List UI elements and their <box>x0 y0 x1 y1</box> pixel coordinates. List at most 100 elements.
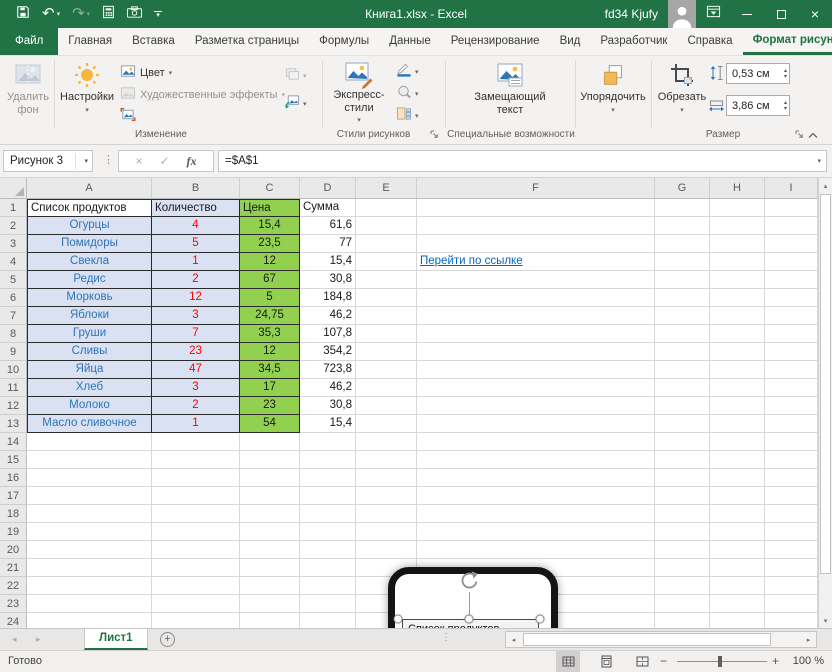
tab-Главная[interactable]: Главная <box>58 28 122 55</box>
select-all-button[interactable] <box>0 178 27 199</box>
cell-I22[interactable] <box>765 577 818 595</box>
row-header-2[interactable]: 2 <box>0 217 27 235</box>
row-header-17[interactable]: 17 <box>0 487 27 505</box>
cell-C1[interactable]: Цена <box>240 199 300 217</box>
cell-G13[interactable] <box>655 415 710 433</box>
row-header-13[interactable]: 13 <box>0 415 27 433</box>
remove-background-button[interactable]: Удалить фон <box>4 59 52 127</box>
cell-H15[interactable] <box>710 451 765 469</box>
cell-I10[interactable] <box>765 361 818 379</box>
scroll-right-icon[interactable]: ▸ <box>801 632 816 647</box>
row-header-15[interactable]: 15 <box>0 451 27 469</box>
cell-G12[interactable] <box>655 397 710 415</box>
cell-C10[interactable]: 34,5 <box>240 361 300 379</box>
formula-bar-drag-handle[interactable]: ⋮ <box>103 153 114 166</box>
cell-I7[interactable] <box>765 307 818 325</box>
cell-F3[interactable] <box>417 235 655 253</box>
camera-button[interactable] <box>121 0 148 28</box>
row-header-3[interactable]: 3 <box>0 235 27 253</box>
shape-width-field[interactable]: 3,86 см ▴▾ <box>726 95 790 116</box>
tab-Вид[interactable]: Вид <box>550 28 591 55</box>
cell-C24[interactable] <box>240 613 300 628</box>
cell-B24[interactable] <box>152 613 240 628</box>
cell-I2[interactable] <box>765 217 818 235</box>
cell-E17[interactable] <box>356 487 417 505</box>
tab-Справка[interactable]: Справка <box>677 28 742 55</box>
cell-H13[interactable] <box>710 415 765 433</box>
tab-Разработчик[interactable]: Разработчик <box>590 28 677 55</box>
cell-F5[interactable] <box>417 271 655 289</box>
cell-F16[interactable] <box>417 469 655 487</box>
cell-H2[interactable] <box>710 217 765 235</box>
cell-D3[interactable]: 77 <box>300 235 356 253</box>
cell-G9[interactable] <box>655 343 710 361</box>
cell-D4[interactable]: 15,4 <box>300 253 356 271</box>
cell-C5[interactable]: 67 <box>240 271 300 289</box>
row-header-9[interactable]: 9 <box>0 343 27 361</box>
cell-I24[interactable] <box>765 613 818 628</box>
cell-F10[interactable] <box>417 361 655 379</box>
cell-A18[interactable] <box>27 505 152 523</box>
cell-F14[interactable] <box>417 433 655 451</box>
cell-C17[interactable] <box>240 487 300 505</box>
cell-D24[interactable] <box>300 613 356 628</box>
cell-I8[interactable] <box>765 325 818 343</box>
cancel-icon[interactable]: × <box>135 154 142 168</box>
cell-D7[interactable]: 46,2 <box>300 307 356 325</box>
column-header-I[interactable]: I <box>765 178 818 199</box>
cell-C14[interactable] <box>240 433 300 451</box>
cell-G10[interactable] <box>655 361 710 379</box>
cell-A16[interactable] <box>27 469 152 487</box>
cell-D21[interactable] <box>300 559 356 577</box>
cell-A5[interactable]: Редис <box>27 271 152 289</box>
cell-C6[interactable]: 5 <box>240 289 300 307</box>
row-header-20[interactable]: 20 <box>0 541 27 559</box>
next-sheet-icon[interactable]: ▸ <box>36 629 41 650</box>
cell-F18[interactable] <box>417 505 655 523</box>
cell-F1[interactable] <box>417 199 655 217</box>
cell-C2[interactable]: 15,4 <box>240 217 300 235</box>
cell-D22[interactable] <box>300 577 356 595</box>
undo-button[interactable]: ↶▾ <box>36 0 66 28</box>
tab-Формат рисунка[interactable]: Формат рисунка <box>743 28 832 55</box>
close-button[interactable]: × <box>798 0 832 28</box>
maximize-button[interactable] <box>764 0 798 28</box>
cell-F6[interactable] <box>417 289 655 307</box>
avatar[interactable] <box>668 0 696 28</box>
column-header-C[interactable]: C <box>240 178 300 199</box>
resize-handle-top-center[interactable] <box>465 615 474 624</box>
cell-I5[interactable] <box>765 271 818 289</box>
cell-D1[interactable]: Сумма <box>300 199 356 217</box>
cell-C15[interactable] <box>240 451 300 469</box>
save-button[interactable] <box>10 0 36 28</box>
cell-B18[interactable] <box>152 505 240 523</box>
cell-E19[interactable] <box>356 523 417 541</box>
row-header-21[interactable]: 21 <box>0 559 27 577</box>
cell-H5[interactable] <box>710 271 765 289</box>
corrections-button[interactable]: Настройки ▾ <box>58 59 116 127</box>
formula-input[interactable]: =$A$1 ▾ <box>218 150 827 172</box>
tab-Разметка страницы[interactable]: Разметка страницы <box>185 28 309 55</box>
horizontal-scrollbar[interactable]: ◂ ▸ <box>505 631 817 648</box>
cell-H24[interactable] <box>710 613 765 628</box>
cell-H21[interactable] <box>710 559 765 577</box>
cell-H23[interactable] <box>710 595 765 613</box>
cell-I3[interactable] <box>765 235 818 253</box>
cell-I18[interactable] <box>765 505 818 523</box>
cell-I21[interactable] <box>765 559 818 577</box>
cell-C4[interactable]: 12 <box>240 253 300 271</box>
cell-H14[interactable] <box>710 433 765 451</box>
cell-F8[interactable] <box>417 325 655 343</box>
cell-C3[interactable]: 23,5 <box>240 235 300 253</box>
cell-F13[interactable] <box>417 415 655 433</box>
cell-D17[interactable] <box>300 487 356 505</box>
cell-D9[interactable]: 354,2 <box>300 343 356 361</box>
cell-E8[interactable] <box>356 325 417 343</box>
column-header-D[interactable]: D <box>300 178 356 199</box>
cell-G22[interactable] <box>655 577 710 595</box>
cell-C20[interactable] <box>240 541 300 559</box>
cell-E10[interactable] <box>356 361 417 379</box>
tab-Файл[interactable]: Файл <box>0 28 58 55</box>
cell-G4[interactable] <box>655 253 710 271</box>
cell-B23[interactable] <box>152 595 240 613</box>
